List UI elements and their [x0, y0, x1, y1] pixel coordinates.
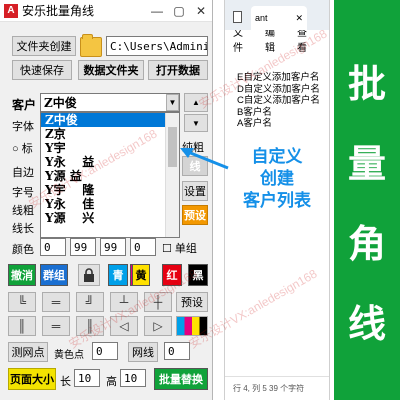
side-banner: 批 量 角 线 — [334, 0, 400, 400]
line-bold-label: 线粗 — [12, 205, 34, 217]
dropdown-scrollbar[interactable] — [165, 113, 179, 237]
list-item[interactable]: Y永 佳 — [41, 197, 179, 211]
batch-replace-button[interactable]: 批量替换 — [154, 368, 208, 390]
customer-dropdown-list: Z中俊 Z京 Y宇 Y永 益 Y源 益 Y宇 隆 Y永 佳 Y源 兴 — [40, 112, 180, 238]
standard-label: 标 — [21, 143, 33, 155]
list-item[interactable]: Y源 益 — [41, 169, 179, 183]
page-size-button[interactable]: 页面大小 — [8, 368, 56, 390]
text-line: E自定义添加客户名 — [237, 72, 320, 83]
yellow-dot-field[interactable]: 0 — [92, 342, 118, 360]
font-down-button[interactable]: ▼ — [184, 114, 208, 132]
status-bar: 行 4, 列 5 39 个字符 — [225, 376, 329, 400]
window-title: 安乐批量角线 — [22, 4, 95, 18]
lock-icon[interactable] — [78, 264, 100, 286]
list-item[interactable]: Y永 益 — [41, 155, 179, 169]
arrow-right-icon[interactable]: ▷ — [144, 316, 172, 336]
text-line: C自定义添加客户名 — [237, 95, 320, 106]
text-line: A客户名 — [237, 118, 272, 129]
notepad-text-area[interactable]: E自定义添加客户名 D自定义添加客户名 C自定义添加客户名 B客户名 A客户名 — [225, 48, 329, 130]
open-data-button[interactable]: 打开数据 — [148, 60, 208, 80]
single-group-label: 单组 — [174, 243, 197, 255]
edge-middle-icon[interactable]: ═ — [42, 316, 70, 336]
single-group-checkbox[interactable]: ☐ 单组 — [162, 240, 197, 256]
folder-icon[interactable] — [80, 34, 102, 57]
color-c-field[interactable]: 0 — [40, 238, 66, 256]
color-m-field[interactable]: 99 — [70, 238, 96, 256]
standard-radio[interactable]: ○ 标 — [12, 140, 33, 156]
minimize-icon[interactable]: — — [146, 0, 168, 22]
tab-close-icon[interactable]: ✕ — [295, 13, 303, 24]
cyan-button[interactable]: 青 — [108, 264, 128, 286]
notepad-tab-bar: ant ✕ — [225, 0, 329, 30]
data-folder-button[interactable]: 数据文件夹 — [78, 60, 144, 80]
cancel-button[interactable]: 撤消 — [8, 264, 36, 286]
list-item[interactable]: Y宇 隆 — [41, 183, 179, 197]
length-label: 长 — [60, 376, 71, 388]
list-item[interactable]: Z中俊 — [41, 113, 179, 127]
red-button[interactable]: 红 — [162, 264, 182, 286]
text-line: D自定义添加客户名 — [237, 83, 320, 95]
callout-text: 自定义 创建 客户列表 — [224, 146, 330, 212]
folder-create-button[interactable]: 文件夹创建 — [12, 36, 76, 56]
preset-secondary-button[interactable]: 预设 — [176, 292, 208, 312]
height-label: 高 — [106, 376, 117, 388]
fontsize-label: 字号 — [12, 187, 34, 199]
length-field[interactable]: 10 — [74, 369, 100, 387]
corner-top-right-icon[interactable]: ╝ — [76, 292, 104, 312]
color-y-field[interactable]: 99 — [100, 238, 126, 256]
net-line-button[interactable]: 网线 — [128, 342, 158, 362]
corner-top-left-icon[interactable]: ╚ — [8, 292, 36, 312]
cmyk-icon[interactable] — [176, 316, 208, 336]
group-button[interactable]: 群组 — [40, 264, 68, 286]
callout-line-2: 创建 — [260, 169, 294, 189]
yellow-button[interactable]: 黄 — [132, 264, 150, 286]
list-item[interactable]: Z京 — [41, 127, 179, 141]
arrow-left-icon[interactable]: ◁ — [110, 316, 138, 336]
banner-char: 角 — [347, 221, 386, 266]
path-field[interactable]: C:\Users\Adminis — [106, 36, 208, 56]
customer-select[interactable]: Z中俊 — [40, 93, 180, 112]
app-logo-icon: A — [4, 3, 18, 18]
customer-up-button[interactable]: ▲ — [184, 93, 208, 112]
align-center-icon[interactable]: ┼ — [144, 292, 172, 312]
app-window: A 安乐批量角线 — ▢ ✕ 文件夹创建 C:\Users\Adminis 快速… — [0, 0, 213, 400]
notepad-menu: 文件 编辑 查看 — [225, 28, 329, 54]
callout-line-1: 自定义 — [251, 147, 303, 167]
list-item[interactable]: Y源 兴 — [41, 211, 179, 225]
auto-edge-label: 自边 — [12, 167, 34, 179]
yellow-dot-label: 黄色点 — [54, 350, 84, 361]
close-icon[interactable]: ✕ — [190, 0, 212, 22]
line-length-label: 线长 — [12, 223, 34, 235]
customer-label: 客户 — [12, 98, 37, 112]
height-field[interactable]: 10 — [120, 369, 146, 387]
tab-label: ant — [255, 13, 268, 23]
banner-char: 线 — [347, 301, 386, 346]
edge-right-icon[interactable]: ║ — [76, 316, 104, 336]
net-line-field[interactable]: 0 — [164, 342, 190, 360]
notepad-tab[interactable]: ant ✕ — [251, 6, 307, 30]
title-bar: A 安乐批量角线 — ▢ ✕ — [0, 0, 212, 22]
color-label: 颜色 — [12, 244, 34, 256]
banner-char: 批 — [347, 61, 386, 106]
measure-dot-button[interactable]: 测网点 — [8, 342, 48, 362]
edge-left-icon[interactable]: ║ — [8, 316, 36, 336]
preset-button[interactable]: 预设 — [182, 205, 208, 225]
callout-line-3: 客户列表 — [243, 191, 311, 211]
text-line: B客户名 — [237, 106, 272, 118]
edge-top-icon[interactable]: ═ — [42, 292, 70, 312]
font-label: 字体 — [12, 121, 34, 133]
banner-char: 量 — [347, 141, 386, 186]
color-k-field[interactable]: 0 — [130, 238, 156, 256]
restore-icon[interactable]: ▢ — [168, 0, 190, 22]
document-icon — [233, 11, 242, 23]
align-top-icon[interactable]: ┴ — [110, 292, 138, 312]
chevron-down-icon[interactable]: ▼ — [166, 94, 179, 111]
list-item[interactable]: Y宇 — [41, 141, 179, 155]
quick-save-button[interactable]: 快速保存 — [12, 60, 72, 80]
black-button[interactable]: 黑 — [188, 264, 208, 286]
settings-button[interactable]: 设置 — [182, 181, 208, 201]
